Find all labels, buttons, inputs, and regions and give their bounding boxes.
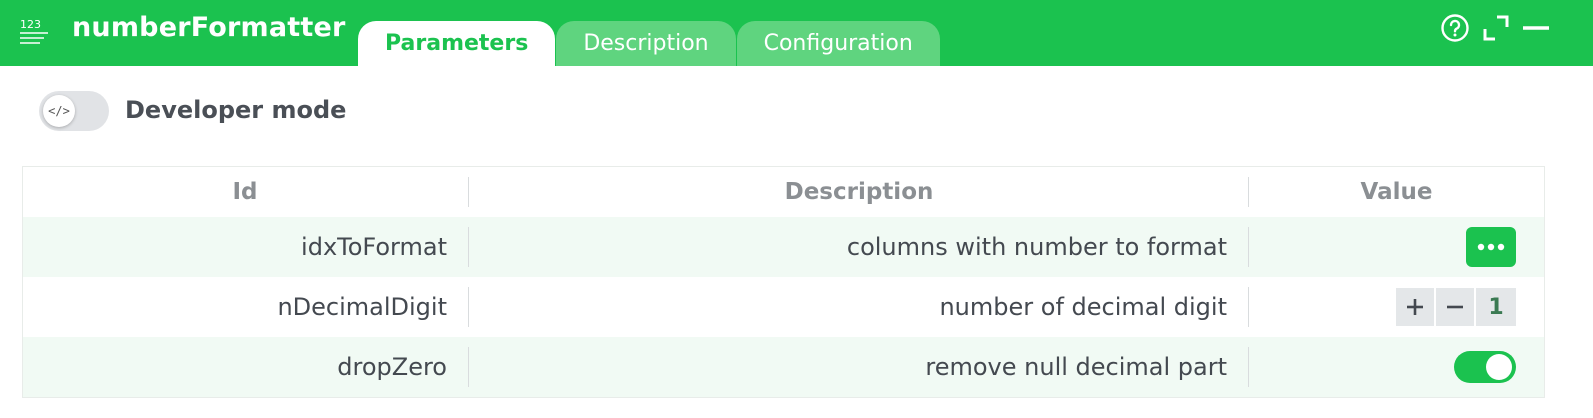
more-options-button[interactable] bbox=[1466, 227, 1516, 267]
developer-mode-label: Developer mode bbox=[125, 96, 347, 124]
tab-parameters[interactable]: Parameters bbox=[358, 21, 556, 66]
more-dots-icon bbox=[1477, 243, 1505, 251]
app-header: 123 numberFormatter Parameters Descripti… bbox=[0, 0, 1593, 66]
plus-icon bbox=[1407, 299, 1423, 315]
expand-icon[interactable] bbox=[1481, 13, 1511, 43]
table-header-row: Id Description Value bbox=[23, 167, 1544, 217]
toggle-knob bbox=[1486, 354, 1512, 380]
stepper-value[interactable]: 1 bbox=[1476, 288, 1516, 326]
number-format-icon: 123 bbox=[18, 16, 50, 48]
table-row: nDecimalDigit number of decimal digit 1 bbox=[23, 277, 1544, 337]
decimal-digit-stepper: 1 bbox=[1394, 288, 1516, 326]
help-icon[interactable] bbox=[1440, 13, 1470, 43]
svg-text:123: 123 bbox=[20, 18, 41, 31]
param-id: idxToFormat bbox=[301, 233, 447, 261]
column-header-description: Description bbox=[784, 179, 934, 205]
minus-icon bbox=[1447, 305, 1463, 309]
param-id: dropZero bbox=[337, 353, 447, 381]
param-description: number of decimal digit bbox=[939, 293, 1227, 321]
parameters-table: Id Description Value idxToFormat columns… bbox=[22, 166, 1545, 398]
param-value: 1 bbox=[1249, 277, 1544, 337]
column-header-id: Id bbox=[232, 179, 258, 205]
table-row: idxToFormat columns with number to forma… bbox=[23, 217, 1544, 277]
app-title: numberFormatter bbox=[72, 12, 346, 43]
param-description: columns with number to format bbox=[846, 233, 1227, 261]
param-description: remove null decimal part bbox=[925, 353, 1227, 381]
tab-description[interactable]: Description bbox=[556, 21, 736, 66]
increment-button[interactable] bbox=[1396, 288, 1434, 326]
decrement-button[interactable] bbox=[1436, 288, 1474, 326]
column-header-value: Value bbox=[1360, 179, 1433, 205]
param-value bbox=[1249, 217, 1544, 277]
tab-bar: Parameters Description Configuration bbox=[358, 21, 941, 66]
minimize-icon[interactable] bbox=[1521, 13, 1551, 43]
drop-zero-toggle[interactable] bbox=[1454, 351, 1516, 383]
param-id: nDecimalDigit bbox=[277, 293, 447, 321]
table-row: dropZero remove null decimal part bbox=[23, 337, 1544, 397]
tab-configuration[interactable]: Configuration bbox=[736, 21, 940, 66]
developer-mode-toggle[interactable]: </> bbox=[39, 91, 109, 131]
code-icon: </> bbox=[43, 95, 75, 127]
param-value bbox=[1249, 337, 1544, 397]
